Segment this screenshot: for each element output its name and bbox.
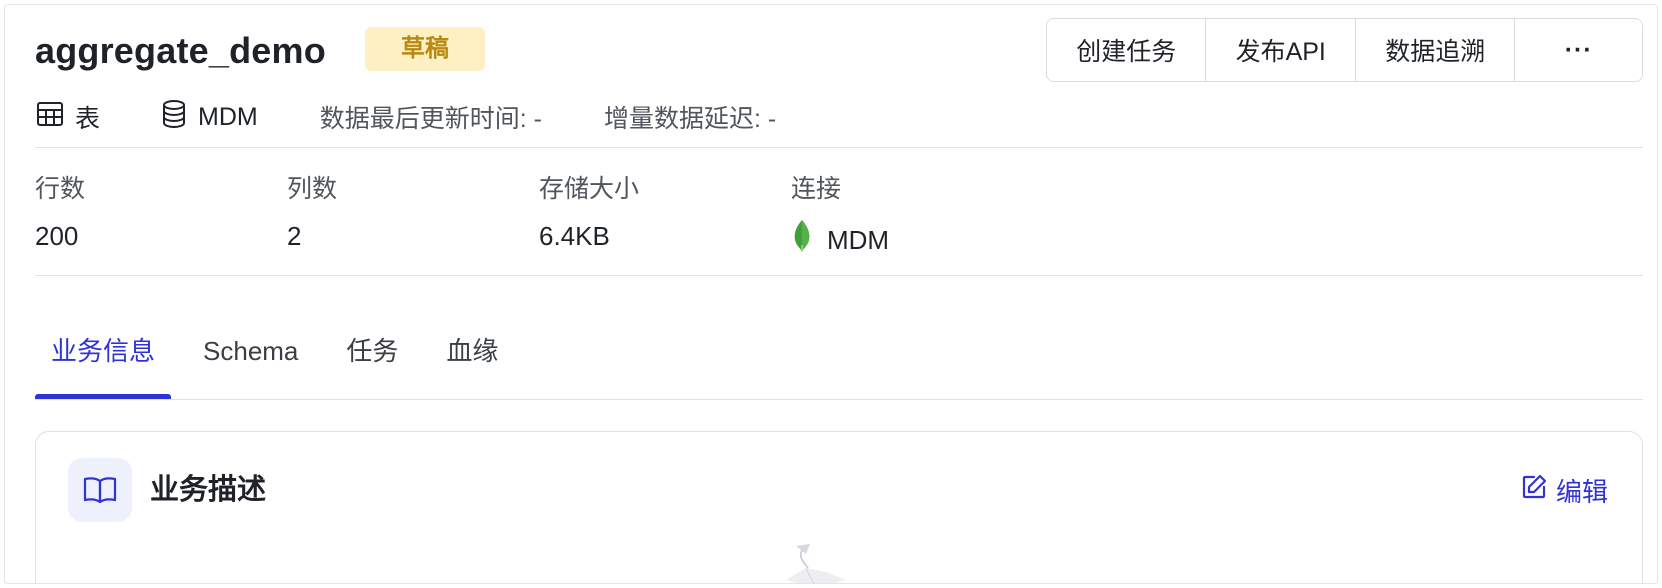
data-trace-button[interactable]: 数据追溯 (1355, 19, 1516, 81)
connection-label: 连接 (791, 175, 842, 203)
incremental-delay-meta: 增量数据延迟: - (603, 105, 777, 133)
publish-api-button[interactable]: 发布API (1206, 19, 1356, 81)
header-divider (35, 147, 1643, 148)
storage-label: 存储大小 (539, 175, 640, 203)
page-frame: aggregate_demo 草稿 创建任务 发布API 数据追溯 ··· 表 (4, 4, 1658, 584)
stat-connection: 连接 MDM (791, 173, 889, 261)
stats-divider (35, 275, 1643, 276)
tab-bar: 业务信息 Schema 任务 血缘 (35, 327, 530, 399)
database-icon (160, 99, 188, 136)
stat-columns: 列数 2 (287, 173, 337, 253)
business-description-card: 业务描述 编辑 (35, 431, 1643, 583)
connection-value: MDM (791, 219, 889, 261)
source-meta: MDM (160, 99, 258, 136)
stat-storage: 存储大小 6.4KB (539, 173, 639, 253)
tabs-underline (35, 399, 1643, 400)
edit-label: 编辑 (1555, 477, 1608, 507)
columns-label: 列数 (287, 175, 338, 203)
rows-label: 行数 (35, 175, 86, 203)
edit-button[interactable]: 编辑 (1520, 472, 1608, 509)
tab-tasks[interactable]: 任务 (330, 327, 414, 399)
card-title: 业务描述 (150, 474, 267, 506)
book-open-icon (68, 458, 132, 522)
empty-state-illustration (776, 540, 856, 583)
action-button-group: 创建任务 发布API 数据追溯 ··· (1046, 18, 1643, 82)
last-update-meta: 数据最后更新时间: - (319, 105, 542, 133)
more-icon: ··· (1564, 35, 1593, 64)
tab-lineage[interactable]: 血缘 (430, 327, 514, 399)
more-button[interactable]: ··· (1515, 19, 1642, 81)
tab-business-info[interactable]: 业务信息 (35, 327, 172, 399)
columns-value: 2 (287, 221, 302, 251)
stat-rows: 行数 200 (35, 173, 85, 253)
mongodb-leaf-icon (791, 219, 813, 261)
source-label: MDM (198, 102, 258, 131)
connection-name: MDM (827, 225, 890, 255)
tab-schema[interactable]: Schema (187, 327, 314, 399)
rows-value: 200 (35, 221, 79, 251)
table-icon (35, 99, 65, 136)
page-title: aggregate_demo (35, 30, 326, 71)
edit-icon (1520, 473, 1548, 508)
create-task-button[interactable]: 创建任务 (1047, 19, 1207, 81)
status-badge: 草稿 (365, 27, 485, 71)
meta-row: 表 MDM 数据最后更新时间: - 增量数据延迟: - (35, 97, 776, 137)
type-label: 表 (75, 105, 101, 133)
storage-value: 6.4KB (539, 221, 610, 251)
type-meta: 表 (35, 99, 100, 136)
